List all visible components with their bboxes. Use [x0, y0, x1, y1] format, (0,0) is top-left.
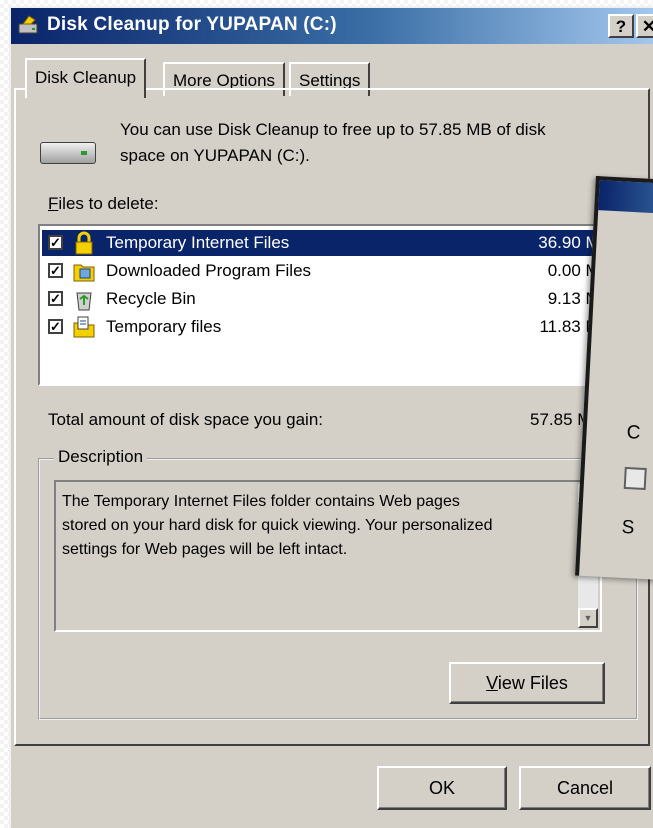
title-bar[interactable]: Disk Cleanup for YUPAPAN (C:) ? ✕ [11, 8, 653, 44]
overlapping-window-text-2: S [621, 516, 635, 539]
close-button[interactable]: ✕ [636, 14, 653, 38]
overlapping-window-titlebar [598, 180, 653, 215]
ok-button[interactable]: OK [377, 766, 507, 810]
cancel-button[interactable]: Cancel [519, 766, 651, 810]
disk-cleanup-icon [18, 15, 38, 34]
tab-disk-cleanup[interactable]: Disk Cleanup [25, 58, 147, 98]
overlapping-window-text-1: C [626, 421, 641, 444]
overlapping-window-control[interactable] [623, 466, 647, 491]
disk-cleanup-panel [14, 88, 650, 746]
window-title: Disk Cleanup for YUPAPAN (C:) [47, 14, 337, 35]
help-button[interactable]: ? [608, 14, 634, 38]
